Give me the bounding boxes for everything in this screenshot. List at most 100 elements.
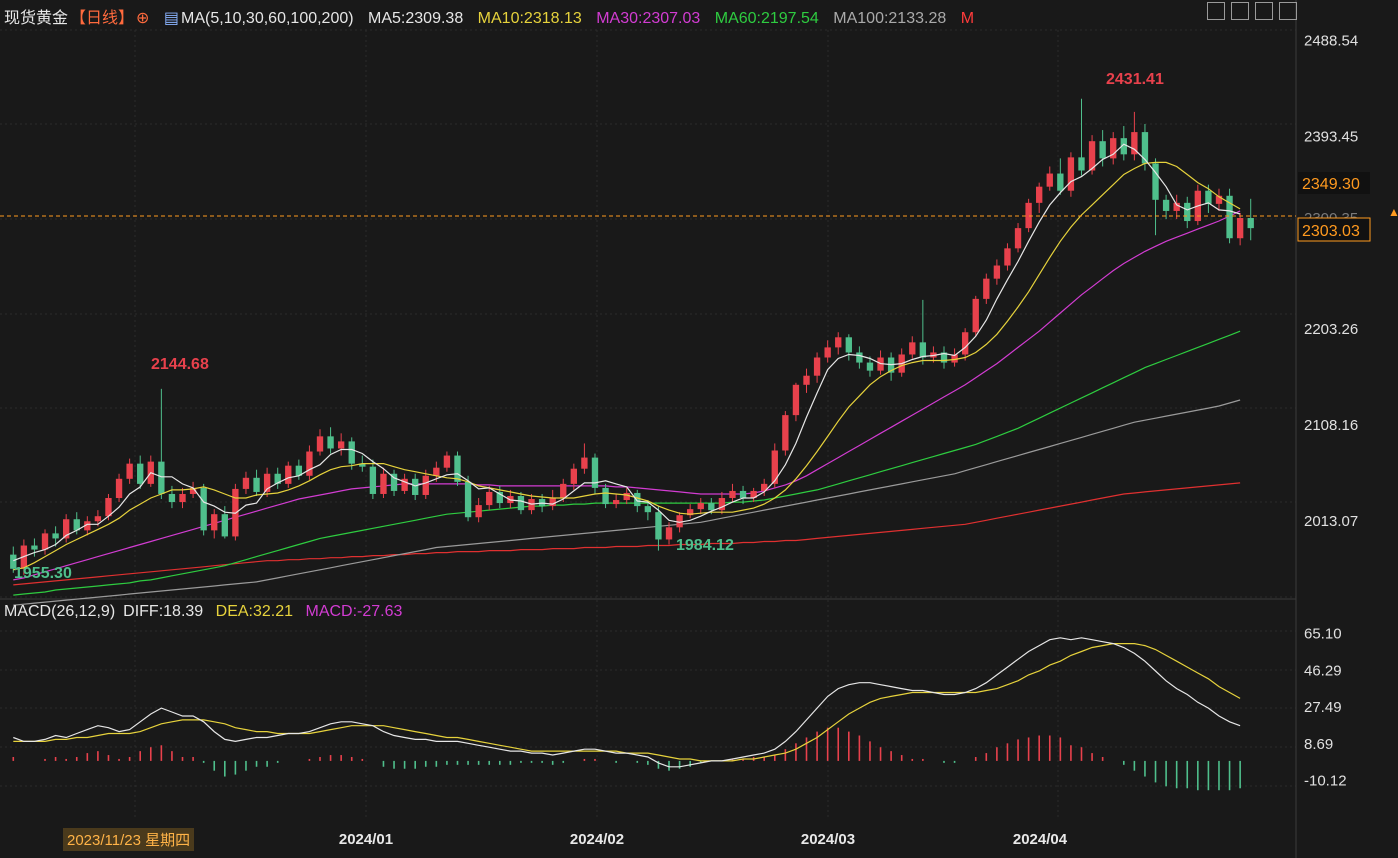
- candle-body: [380, 473, 387, 494]
- candle-body: [813, 357, 821, 376]
- fullscreen-icon[interactable]: [1279, 2, 1297, 20]
- ma60-value: MA60:2197.54: [714, 10, 819, 27]
- candle-body: [200, 487, 207, 531]
- upper-price-tag: 2349.30: [1302, 176, 1360, 193]
- candle-body: [1162, 199, 1170, 211]
- candle-body: [412, 478, 419, 495]
- candle-body: [549, 498, 556, 507]
- ma-more-label[interactable]: M: [961, 10, 974, 27]
- candle-body: [464, 481, 472, 518]
- candle-body: [856, 352, 863, 363]
- macd-tick-label: 65.10: [1304, 626, 1342, 643]
- date-tick-label: 2024/01: [339, 831, 393, 848]
- candle-body: [306, 451, 313, 476]
- candle-body: [771, 450, 778, 484]
- candle-body: [486, 491, 493, 506]
- ma30-line: [13, 210, 1241, 581]
- candle-body: [623, 492, 630, 501]
- ma5-value: MA5:2309.38: [368, 10, 464, 27]
- candle-body: [739, 490, 747, 499]
- playback-icon[interactable]: [1255, 2, 1273, 20]
- candle-body: [697, 503, 704, 510]
- candle-body: [919, 342, 927, 358]
- candle-body: [454, 455, 461, 482]
- low-annotation: 1955.30: [14, 565, 72, 582]
- candle-body: [242, 477, 250, 489]
- candle-body: [316, 436, 324, 452]
- candle-body: [126, 463, 133, 479]
- candle-body: [835, 337, 842, 348]
- candle-body: [137, 463, 144, 484]
- candle-body: [422, 475, 429, 495]
- candle-body: [253, 477, 260, 492]
- macd-tick-label: 8.69: [1304, 736, 1333, 753]
- mid-high-annotation: 2144.68: [151, 356, 209, 373]
- candle-body: [1004, 248, 1011, 266]
- candle-body: [1184, 202, 1191, 222]
- candle-body: [824, 347, 831, 358]
- date-tick-label: 2024/04: [1013, 831, 1068, 848]
- ma30-value: MA30:2307.03: [596, 10, 701, 27]
- ma100-value: MA100:2133.28: [833, 10, 947, 27]
- candle-body: [105, 498, 112, 517]
- date-tick-label: 2024/02: [570, 831, 624, 848]
- mid-low-annotation: 1984.12: [676, 537, 734, 554]
- candle-body: [1247, 218, 1254, 229]
- candle-body: [782, 415, 789, 451]
- candle-body: [433, 467, 440, 476]
- candle-body: [612, 500, 620, 505]
- macd-tick-label: -10.12: [1304, 773, 1347, 790]
- price-tick-label: 2013.07: [1304, 513, 1358, 530]
- candle-body: [845, 337, 852, 353]
- macd-diff-value: DIFF:18.39: [123, 603, 204, 620]
- candle-body: [570, 468, 578, 484]
- current-price-tag: 2303.03: [1302, 223, 1360, 240]
- candle-body: [179, 493, 186, 503]
- candle-body: [285, 465, 292, 484]
- add-icon[interactable]: ⊕: [136, 10, 149, 27]
- grid-icon[interactable]: [1207, 2, 1225, 20]
- candle-body: [168, 493, 176, 503]
- candle-body: [634, 492, 641, 507]
- chart-header: 现货黄金 【日线】 ⊕ ▤ MA(5,10,30,60,100,200) MA5:23…: [4, 4, 984, 28]
- candle-body: [866, 362, 874, 371]
- candle-body: [560, 483, 567, 499]
- macd-histogram-value: MACD:-27.63: [305, 603, 403, 620]
- candle-body: [31, 545, 38, 550]
- price-tick-label: 2203.26: [1304, 321, 1358, 338]
- candle-body: [581, 457, 588, 469]
- candle-body: [52, 533, 59, 539]
- candle-body: [348, 441, 355, 464]
- price-tick-label: 2393.45: [1304, 129, 1358, 146]
- candle-body: [909, 342, 916, 355]
- dea-line: [13, 643, 1241, 762]
- candle-body: [708, 503, 715, 511]
- date-tick-label: 2024/03: [801, 831, 855, 848]
- macd-tick-label: 46.29: [1304, 662, 1342, 679]
- candle-body: [1046, 173, 1053, 187]
- candle-body: [1057, 173, 1064, 191]
- period-selector[interactable]: 【日线】: [70, 10, 134, 27]
- candle-body: [1099, 141, 1106, 159]
- ma-params-label[interactable]: MA(5,10,30,60,100,200): [181, 10, 354, 27]
- candle-body: [1025, 202, 1032, 229]
- candle-body: [1078, 157, 1085, 171]
- candle-body: [94, 516, 102, 522]
- macd-params[interactable]: MACD(26,12,9): [4, 603, 115, 620]
- price-tick-label: 2488.54: [1304, 33, 1358, 50]
- candle-body: [792, 384, 800, 416]
- candle-body: [337, 441, 345, 449]
- candle-body: [115, 478, 123, 499]
- cursor-date: 2023/11/23 星期四: [63, 828, 195, 851]
- ma-settings-icon[interactable]: ▤: [164, 10, 179, 27]
- candle-body: [1014, 228, 1022, 249]
- layout-icon[interactable]: [1231, 2, 1249, 20]
- candle-body: [1067, 157, 1075, 191]
- candle-body: [602, 487, 609, 505]
- candle-body: [475, 505, 482, 518]
- candle-body: [803, 375, 810, 385]
- price-tick-label: 2108.16: [1304, 417, 1358, 434]
- price-arrow-icon: ▲: [1388, 205, 1398, 219]
- chart-canvas[interactable]: 2488.54 2393.45 2203.26 2108.16 2013.07 65.10…: [0, 0, 1398, 858]
- candle-body: [1036, 186, 1043, 203]
